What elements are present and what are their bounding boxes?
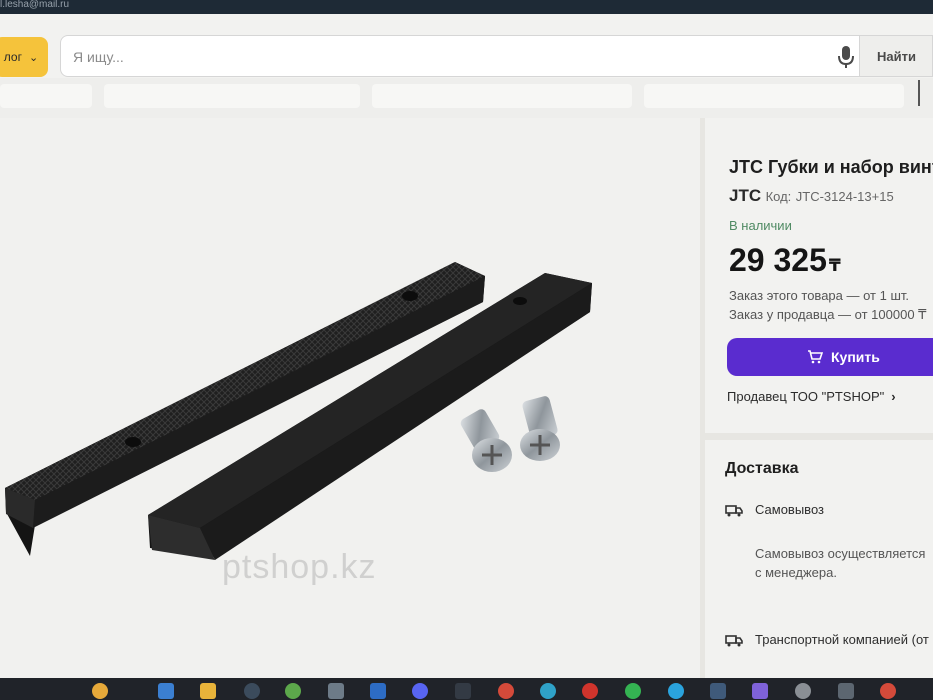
- discord-icon[interactable]: [412, 683, 428, 699]
- pickup-label: Самовывоз: [755, 502, 824, 517]
- seller-link[interactable]: Продавец ТОО "PTSHOP" ›: [727, 389, 896, 404]
- calc-icon[interactable]: [838, 683, 854, 699]
- catalog-button-label: лог: [3, 50, 22, 64]
- steam-icon[interactable]: [244, 683, 260, 699]
- delivery-option-transport[interactable]: Транспортной компанией (от: [725, 632, 929, 647]
- delivery-option-pickup[interactable]: Самовывоз: [725, 502, 824, 517]
- seller-label: Продавец ТОО "PTSHOP": [727, 389, 885, 404]
- search-box: [60, 35, 860, 77]
- nav-item[interactable]: [372, 84, 632, 108]
- truck-icon: [725, 504, 743, 517]
- telegram-icon[interactable]: [668, 683, 684, 699]
- nav-item[interactable]: [644, 84, 904, 108]
- search-input[interactable]: [73, 46, 773, 68]
- watermark: ptshop.kz: [222, 548, 377, 586]
- chevron-right-icon: ›: [891, 389, 896, 404]
- store-icon[interactable]: [328, 683, 344, 699]
- screw-right: [520, 396, 560, 461]
- screw-left: [460, 409, 512, 472]
- buy-button-label: Купить: [831, 349, 880, 365]
- opera-icon[interactable]: [582, 683, 598, 699]
- account-email: l.lesha@mail.ru: [0, 0, 70, 10]
- nav-item[interactable]: [0, 84, 92, 108]
- code-label: Код:: [765, 189, 792, 204]
- category-nav: [0, 78, 933, 118]
- file-explorer-icon[interactable]: [200, 683, 216, 699]
- chrome-icon[interactable]: [498, 683, 514, 699]
- chrome-icon-2[interactable]: [880, 683, 896, 699]
- chevron-down-icon: ⌄: [28, 51, 39, 64]
- product-info-card: JTC Губки и набор винт JTC Код: JTC-3124…: [705, 118, 933, 433]
- calculator-icon[interactable]: [710, 683, 726, 699]
- os-taskbar: [0, 678, 933, 700]
- widgets-icon[interactable]: [92, 683, 108, 699]
- microphone-icon[interactable]: [836, 44, 856, 70]
- app-icon-2[interactable]: [795, 683, 811, 699]
- order-min-text: Заказ этого товара — от 1 шт.: [729, 288, 910, 303]
- nav-item[interactable]: [104, 84, 360, 108]
- terminal-icon[interactable]: [455, 683, 471, 699]
- catalog-button[interactable]: лог ⌄: [0, 37, 48, 77]
- buy-button[interactable]: Купить: [727, 338, 933, 376]
- site-header: лог ⌄ Найти: [0, 14, 933, 78]
- start-icon[interactable]: [158, 683, 174, 699]
- product-title: JTC Губки и набор винт: [729, 157, 933, 177]
- truck-icon: [725, 634, 743, 647]
- order-seller-text: Заказ у продавца — от 100000 ₸: [729, 307, 927, 322]
- transport-label: Транспортной компанией (от: [755, 632, 929, 647]
- torrent-icon[interactable]: [285, 683, 301, 699]
- pickup-description: Самовывоз осуществляется с менеджера.: [755, 546, 926, 580]
- find-button[interactable]: Найти: [860, 35, 933, 77]
- edge-icon[interactable]: [540, 683, 556, 699]
- delivery-title: Доставка: [725, 460, 799, 477]
- code-value: JTC-3124-13+15: [795, 189, 894, 204]
- brand-name[interactable]: JTC: [729, 186, 761, 205]
- delivery-card: Доставка Самовывоз Самовывоз осуществляе…: [705, 440, 933, 678]
- copilot-icon[interactable]: [752, 683, 768, 699]
- app-icon[interactable]: [370, 683, 386, 699]
- availability-status: В наличии: [729, 218, 792, 233]
- cart-icon: [808, 350, 823, 364]
- browser-top-strip: l.lesha@mail.ru: [0, 0, 933, 14]
- whatsapp-icon[interactable]: [625, 683, 641, 699]
- price-value: 29 325: [729, 242, 827, 278]
- product-photo: [5, 262, 592, 560]
- find-button-label: Найти: [877, 48, 916, 64]
- price-currency: ₸: [828, 256, 841, 275]
- brand-line: JTC Код: JTC-3124-13+15: [729, 186, 894, 206]
- price: 29 325 ₸: [729, 242, 841, 279]
- nav-divider: [918, 80, 920, 106]
